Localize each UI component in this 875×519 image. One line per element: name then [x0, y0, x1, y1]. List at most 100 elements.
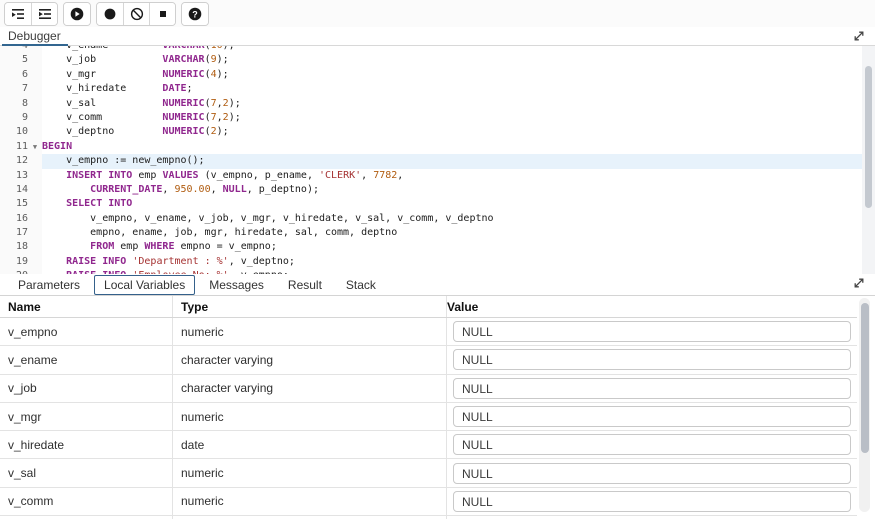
code-text: v_comm NUMERIC(7,2); — [42, 111, 875, 125]
panel-expand-button[interactable] — [851, 276, 867, 290]
table-row: v_salnumericNULL — [0, 459, 857, 487]
code-text: v_job VARCHAR(9); — [42, 53, 875, 67]
code-line-7[interactable]: 7 v_hiredate DATE; — [0, 82, 875, 96]
code-line-19[interactable]: 19 RAISE INFO 'Department : %', v_deptno… — [0, 255, 875, 269]
line-gutter[interactable]: 14 — [0, 183, 42, 197]
variable-name: v_hiredate — [0, 431, 173, 458]
variable-value-cell: NULL — [447, 318, 857, 345]
line-gutter[interactable]: 18 — [0, 240, 42, 254]
bottom-panel-tabbar: ParametersLocal VariablesMessagesResultS… — [0, 274, 875, 296]
line-number: 12 — [0, 154, 28, 168]
toolbar-button-step-into[interactable] — [5, 3, 31, 25]
tab-result[interactable]: Result — [278, 275, 332, 295]
code-line-8[interactable]: 8 v_sal NUMERIC(7,2); — [0, 97, 875, 111]
code-line-6[interactable]: 6 v_mgr NUMERIC(4); — [0, 68, 875, 82]
line-number: 17 — [0, 226, 28, 240]
fold-gutter — [28, 68, 42, 82]
tab-debugger[interactable]: Debugger — [2, 28, 68, 47]
table-body: v_empnonumericNULLv_enamecharacter varyi… — [0, 318, 857, 519]
code-editor[interactable]: 4 v_ename VARCHAR(10);5 v_job VARCHAR(9)… — [0, 46, 875, 274]
code-text: empno, ename, job, mgr, hiredate, sal, c… — [42, 226, 875, 240]
editor-scrollbar-thumb[interactable] — [865, 66, 872, 208]
variable-type: date — [173, 431, 447, 458]
no-symbol-icon — [129, 6, 145, 22]
fold-gutter — [28, 154, 42, 168]
toolbar-button-step-over[interactable] — [31, 3, 57, 25]
table-row: v_commnumericNULL — [0, 488, 857, 516]
toolbar-button-help[interactable]: ? — [182, 3, 208, 25]
variable-value-cell: NULL — [447, 488, 857, 515]
svg-text:?: ? — [192, 9, 198, 19]
expand-icon — [852, 31, 866, 46]
table-row: v_empnonumericNULL — [0, 318, 857, 346]
tab-local-variables[interactable]: Local Variables — [94, 275, 195, 295]
code-line-11[interactable]: 11▼BEGIN — [0, 140, 875, 154]
fold-gutter — [28, 53, 42, 67]
line-gutter[interactable]: 15 — [0, 197, 42, 211]
line-number: 8 — [0, 97, 28, 111]
line-gutter[interactable]: 17 — [0, 226, 42, 240]
variable-name: v_comm — [0, 488, 173, 515]
code-line-4[interactable]: 4 v_ename VARCHAR(10); — [0, 46, 875, 53]
table-scrollbar[interactable] — [859, 298, 870, 512]
code-line-15[interactable]: 15 SELECT INTO — [0, 197, 875, 211]
editor-expand-button[interactable] — [851, 29, 867, 43]
line-gutter[interactable]: 4 — [0, 46, 42, 53]
line-gutter[interactable]: 8 — [0, 97, 42, 111]
line-gutter[interactable]: 7 — [0, 82, 42, 96]
code-line-13[interactable]: 13 INSERT INTO emp VALUES (v_empno, p_en… — [0, 169, 875, 183]
variable-value-cell: NULL — [447, 346, 857, 373]
line-gutter[interactable]: 19 — [0, 255, 42, 269]
tab-stack[interactable]: Stack — [336, 275, 386, 295]
variable-value-input[interactable]: NULL — [453, 321, 851, 342]
code-line-18[interactable]: 18 FROM emp WHERE empno = v_empno; — [0, 240, 875, 254]
line-gutter[interactable]: 6 — [0, 68, 42, 82]
line-gutter[interactable]: 13 — [0, 169, 42, 183]
code-line-14[interactable]: 14 CURRENT_DATE, 950.00, NULL, p_deptno)… — [0, 183, 875, 197]
variable-value-input[interactable]: NULL — [453, 434, 851, 455]
variable-value-input[interactable]: NULL — [453, 406, 851, 427]
line-gutter[interactable]: 9 — [0, 111, 42, 125]
tab-parameters[interactable]: Parameters — [8, 275, 90, 295]
toolbar-button-clear-all-breakpoints[interactable] — [123, 3, 149, 25]
line-gutter[interactable]: 12 — [0, 154, 42, 168]
line-gutter[interactable]: 10 — [0, 125, 42, 139]
code-line-10[interactable]: 10 v_deptno NUMERIC(2); — [0, 125, 875, 139]
code-line-12[interactable]: 12 v_empno := new_empno(); — [0, 154, 875, 168]
table-row: v_jobcharacter varyingNULL — [0, 375, 857, 403]
variable-value-input[interactable]: NULL — [453, 378, 851, 399]
code-text: v_empno, v_ename, v_job, v_mgr, v_hireda… — [42, 212, 875, 226]
fold-gutter — [28, 197, 42, 211]
line-number: 9 — [0, 111, 28, 125]
fold-gutter — [28, 82, 42, 96]
column-header-name[interactable]: Name — [0, 296, 173, 317]
line-number: 14 — [0, 183, 28, 197]
editor-scrollbar[interactable] — [862, 46, 875, 274]
variable-value-cell: NULL — [447, 431, 857, 458]
fold-gutter — [28, 169, 42, 183]
code-line-5[interactable]: 5 v_job VARCHAR(9); — [0, 53, 875, 67]
fold-marker-icon[interactable]: ▼ — [28, 140, 42, 154]
line-gutter[interactable]: 16 — [0, 212, 42, 226]
toolbar-button-toggle-breakpoint[interactable] — [97, 3, 123, 25]
code-line-9[interactable]: 9 v_comm NUMERIC(7,2); — [0, 111, 875, 125]
line-gutter[interactable]: 5 — [0, 53, 42, 67]
code-line-17[interactable]: 17 empno, ename, job, mgr, hiredate, sal… — [0, 226, 875, 240]
tab-messages[interactable]: Messages — [199, 275, 274, 295]
variable-value-input[interactable]: NULL — [453, 349, 851, 370]
fold-gutter — [28, 255, 42, 269]
debugger-toolbar: ? — [0, 0, 875, 27]
line-number: 5 — [0, 53, 28, 67]
table-row: v_hiredatedate NULL — [0, 431, 857, 459]
line-gutter[interactable]: 11▼ — [0, 140, 42, 154]
column-header-value[interactable]: Value — [447, 296, 857, 317]
column-header-type[interactable]: Type — [173, 296, 447, 317]
code-line-16[interactable]: 16 v_empno, v_ename, v_job, v_mgr, v_hir… — [0, 212, 875, 226]
variable-value-input[interactable]: NULL — [453, 463, 851, 484]
toolbar-button-continue[interactable] — [64, 3, 90, 25]
toolbar-button-stop[interactable] — [149, 3, 175, 25]
table-scrollbar-thumb[interactable] — [861, 303, 869, 453]
expand-icon — [852, 278, 866, 293]
stop-square-icon — [155, 6, 171, 22]
variable-value-input[interactable]: NULL — [453, 491, 851, 512]
